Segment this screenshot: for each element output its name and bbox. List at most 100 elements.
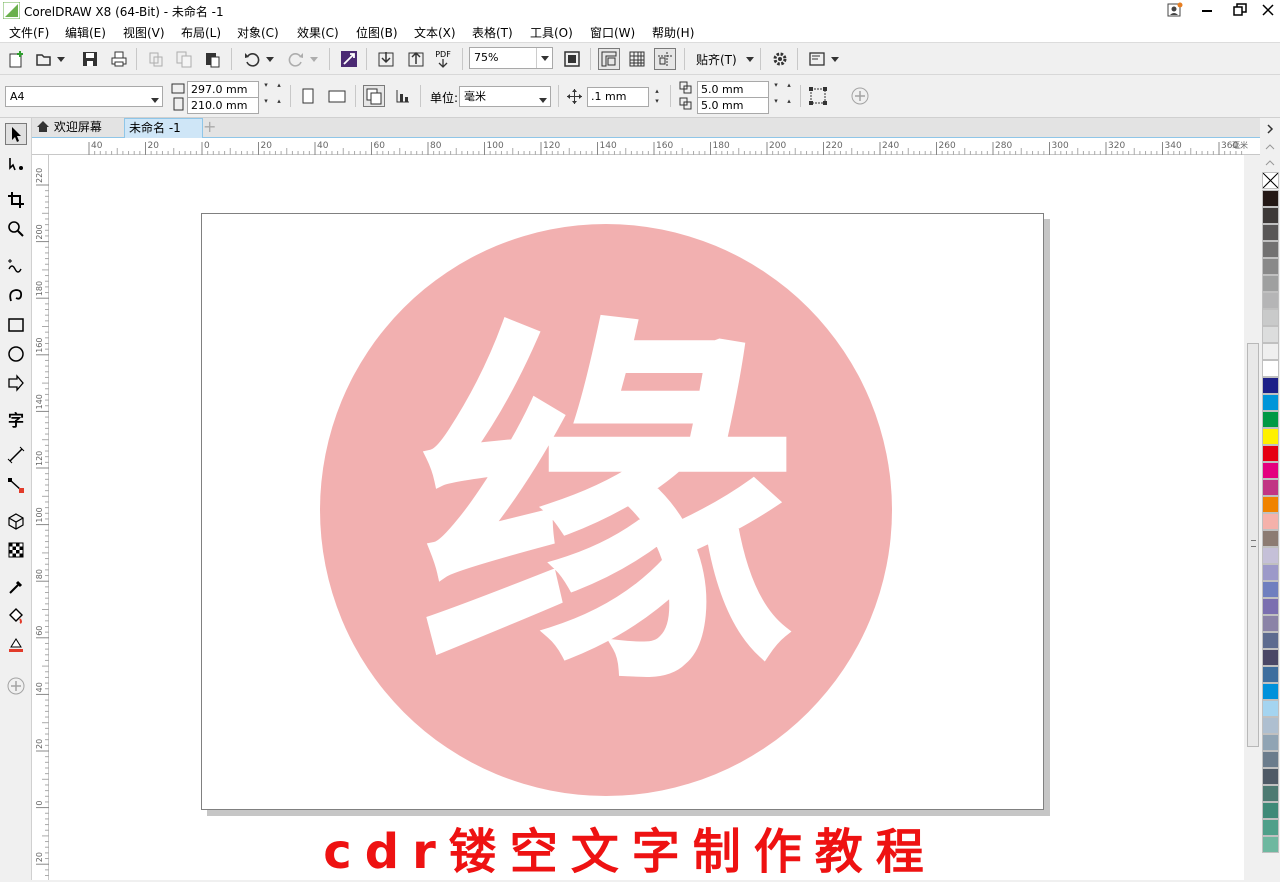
save-icon[interactable] [79, 48, 101, 70]
menu-tools[interactable]: 工具(O) [530, 24, 573, 41]
freehand-tool-icon[interactable] [5, 255, 27, 277]
color-swatch[interactable] [1262, 547, 1279, 564]
color-swatch[interactable] [1262, 360, 1279, 377]
landscape-icon[interactable] [326, 85, 348, 107]
color-swatch[interactable] [1262, 836, 1279, 853]
menu-view[interactable]: 视图(V) [123, 24, 165, 41]
vertical-scrollbar[interactable] [1244, 155, 1260, 880]
color-swatch[interactable] [1262, 785, 1279, 802]
color-swatch[interactable] [1262, 632, 1279, 649]
zoom-level-select[interactable]: 75% [469, 47, 553, 69]
color-swatch[interactable] [1262, 581, 1279, 598]
height-spin-up[interactable]: ▴ [272, 97, 286, 114]
units-dropdown-icon[interactable] [538, 92, 548, 111]
color-swatch[interactable] [1262, 428, 1279, 445]
color-swatch[interactable] [1262, 309, 1279, 326]
treat-as-filled-icon[interactable] [807, 85, 829, 107]
show-rulers-icon[interactable] [598, 48, 620, 70]
snap-to-menu[interactable]: 贴齐(T) [696, 51, 755, 68]
menu-bitmaps[interactable]: 位图(B) [356, 24, 398, 41]
eyedropper-tool-icon[interactable] [5, 576, 27, 598]
show-grid-icon[interactable] [626, 48, 648, 70]
page-size-dropdown-icon[interactable] [150, 92, 160, 111]
all-pages-icon[interactable] [363, 85, 385, 107]
add-icon[interactable] [849, 85, 871, 107]
crop-tool-icon[interactable] [5, 189, 27, 211]
artistic-media-tool-icon[interactable] [5, 284, 27, 306]
text-tool-icon[interactable]: 字 [5, 408, 27, 430]
color-swatch[interactable] [1262, 802, 1279, 819]
restore-button[interactable] [1233, 3, 1247, 17]
color-swatch[interactable] [1262, 377, 1279, 394]
interactive-fill-tool-icon[interactable] [5, 605, 27, 627]
new-document-icon[interactable] [5, 48, 27, 70]
show-guidelines-icon[interactable] [654, 48, 676, 70]
menu-text[interactable]: 文本(X) [414, 24, 456, 41]
publish-pdf-icon[interactable]: PDF [432, 48, 454, 70]
transparency-tool-icon[interactable] [5, 539, 27, 561]
application-launcher-icon[interactable] [806, 48, 828, 70]
portrait-icon[interactable] [297, 85, 319, 107]
paste-icon[interactable] [201, 48, 223, 70]
copy-icon[interactable] [173, 48, 195, 70]
zoom-tool-icon[interactable] [5, 218, 27, 240]
color-swatch[interactable] [1262, 751, 1279, 768]
menu-file[interactable]: 文件(F) [9, 24, 49, 41]
color-swatch[interactable] [1262, 411, 1279, 428]
palette-scroll-up-arrow-icon[interactable] [1265, 142, 1275, 152]
color-swatch[interactable] [1262, 445, 1279, 462]
open-folder-icon[interactable] [33, 48, 55, 70]
options-gear-icon[interactable] [769, 48, 791, 70]
menu-object[interactable]: 对象(C) [237, 24, 279, 41]
print-icon[interactable] [108, 48, 130, 70]
nudge-spin-up[interactable]: ▴ [650, 87, 664, 97]
corel-connect-icon[interactable] [338, 48, 360, 70]
color-swatch[interactable] [1262, 479, 1279, 496]
minimize-button[interactable] [1202, 10, 1212, 12]
menu-window[interactable]: 窗口(W) [590, 24, 635, 41]
close-button[interactable] [1261, 3, 1275, 17]
color-swatch[interactable] [1262, 649, 1279, 666]
color-swatch[interactable] [1262, 292, 1279, 309]
full-screen-preview-icon[interactable] [561, 48, 583, 70]
nudge-distance-field[interactable]: .1 mm [587, 87, 649, 107]
color-swatch[interactable] [1262, 598, 1279, 615]
color-swatch[interactable] [1262, 496, 1279, 513]
connector-tool-icon[interactable] [5, 474, 27, 496]
palette-scroll-up-icon[interactable] [1265, 124, 1275, 134]
height-spinner[interactable]: ▾ [259, 97, 273, 114]
vertical-ruler[interactable]: 220 200 180 160 140 120 100 80 60 40 20 0 20 [32, 155, 49, 880]
color-swatch[interactable] [1262, 275, 1279, 292]
color-swatch[interactable] [1262, 190, 1279, 207]
color-swatch[interactable] [1262, 462, 1279, 479]
scrollbar-thumb[interactable] [1247, 343, 1259, 747]
page-size-select[interactable]: A4 [5, 86, 163, 107]
color-swatch[interactable] [1262, 207, 1279, 224]
tab-welcome-screen[interactable]: 欢迎屏幕 [32, 118, 124, 138]
parallel-dimension-tool-icon[interactable] [5, 444, 27, 466]
open-recent-dropdown-icon[interactable] [54, 48, 68, 70]
launcher-dropdown-icon[interactable] [828, 48, 842, 70]
dup-x-spinner[interactable]: ▾ [769, 81, 783, 98]
account-icon[interactable] [1167, 2, 1183, 18]
color-swatch[interactable] [1262, 734, 1279, 751]
drawing-canvas[interactable]: 缘 [49, 155, 1244, 880]
redo-icon[interactable] [285, 48, 307, 70]
no-color-swatch[interactable] [1262, 172, 1279, 189]
add-tool-icon[interactable] [5, 675, 27, 697]
color-swatch[interactable] [1262, 513, 1279, 530]
menu-table[interactable]: 表格(T) [472, 24, 513, 41]
page-height-field[interactable]: 210.0 mm [187, 97, 259, 114]
current-page-icon[interactable] [392, 85, 414, 107]
color-swatch[interactable] [1262, 819, 1279, 836]
polygon-tool-icon[interactable] [5, 372, 27, 394]
redo-dropdown-icon[interactable] [307, 48, 321, 70]
color-swatch[interactable] [1262, 241, 1279, 258]
color-swatch[interactable] [1262, 343, 1279, 360]
hollow-character[interactable]: 缘 [320, 224, 892, 796]
undo-icon[interactable] [241, 48, 263, 70]
color-swatch[interactable] [1262, 224, 1279, 241]
menu-layout[interactable]: 布局(L) [181, 24, 221, 41]
color-swatch[interactable] [1262, 768, 1279, 785]
dup-y-spinner[interactable]: ▾ [769, 97, 783, 114]
